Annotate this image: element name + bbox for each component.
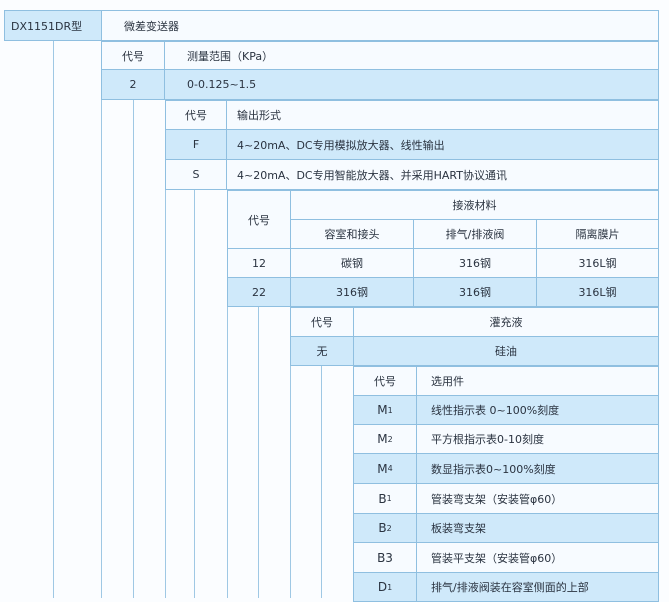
material-column-header: 隔离膜片 — [536, 219, 659, 249]
fill-code: 无 — [290, 336, 354, 366]
option-value: 管装平支架（安装管φ60） — [416, 542, 659, 573]
option-code: M1 — [353, 395, 417, 425]
range-code-header: 代号 — [101, 41, 165, 70]
option-code: B2 — [353, 513, 417, 543]
material-row-code: 22 — [227, 277, 291, 307]
output-value-header: 输出形式 — [226, 100, 659, 130]
model-code: DX1151DR型 — [4, 10, 102, 41]
option-code: B3 — [353, 542, 417, 573]
option-value: 线性指示表 0~100%刻度 — [416, 395, 659, 425]
connector-line — [194, 190, 195, 598]
connector-line — [53, 41, 54, 598]
fill-code-header: 代号 — [290, 307, 354, 337]
material-cell: 316L钢 — [536, 277, 659, 307]
model-name: 微差变送器 — [101, 10, 659, 41]
options-code-header: 代号 — [353, 366, 417, 396]
range-value: 0-0.125~1.5 — [164, 69, 659, 100]
option-code: B1 — [353, 483, 417, 514]
output-row-value: 4~20mA、DC专用模拟放大器、线性输出 — [226, 129, 659, 160]
material-code-header: 代号 — [227, 190, 291, 249]
material-column-header: 容室和接头 — [290, 219, 414, 249]
output-row-code: F — [165, 129, 227, 160]
material-cell: 316L钢 — [536, 248, 659, 278]
material-title: 接液材料 — [290, 190, 659, 220]
output-row-value: 4~20mA、DC专用智能放大器、并采用HART协议通讯 — [226, 159, 659, 190]
connector-line — [133, 99, 134, 598]
material-cell: 316钢 — [413, 277, 537, 307]
output-code-header: 代号 — [165, 100, 227, 130]
option-code: M4 — [353, 453, 417, 484]
fill-value-header: 灌充液 — [353, 307, 659, 337]
material-row-code: 12 — [227, 248, 291, 278]
material-cell: 316钢 — [290, 277, 414, 307]
fill-value: 硅油 — [353, 336, 659, 366]
option-value: 平方根指示表0-10刻度 — [416, 424, 659, 454]
connector-line — [258, 306, 259, 598]
material-cell: 316钢 — [413, 248, 537, 278]
option-code: M2 — [353, 424, 417, 454]
material-cell: 碳钢 — [290, 248, 414, 278]
output-row-code: S — [165, 159, 227, 190]
connector-line — [321, 365, 322, 598]
option-value: 数显指示表0~100%刻度 — [416, 453, 659, 484]
option-value: 管装弯支架（安装管φ60） — [416, 483, 659, 514]
options-value-header: 选用件 — [416, 366, 659, 396]
option-value: 板装弯支架 — [416, 513, 659, 543]
material-column-header: 排气/排液阀 — [413, 219, 537, 249]
range-code: 2 — [101, 69, 165, 100]
connector-line — [101, 41, 102, 598]
range-value-header: 测量范围（KPa） — [164, 41, 659, 70]
